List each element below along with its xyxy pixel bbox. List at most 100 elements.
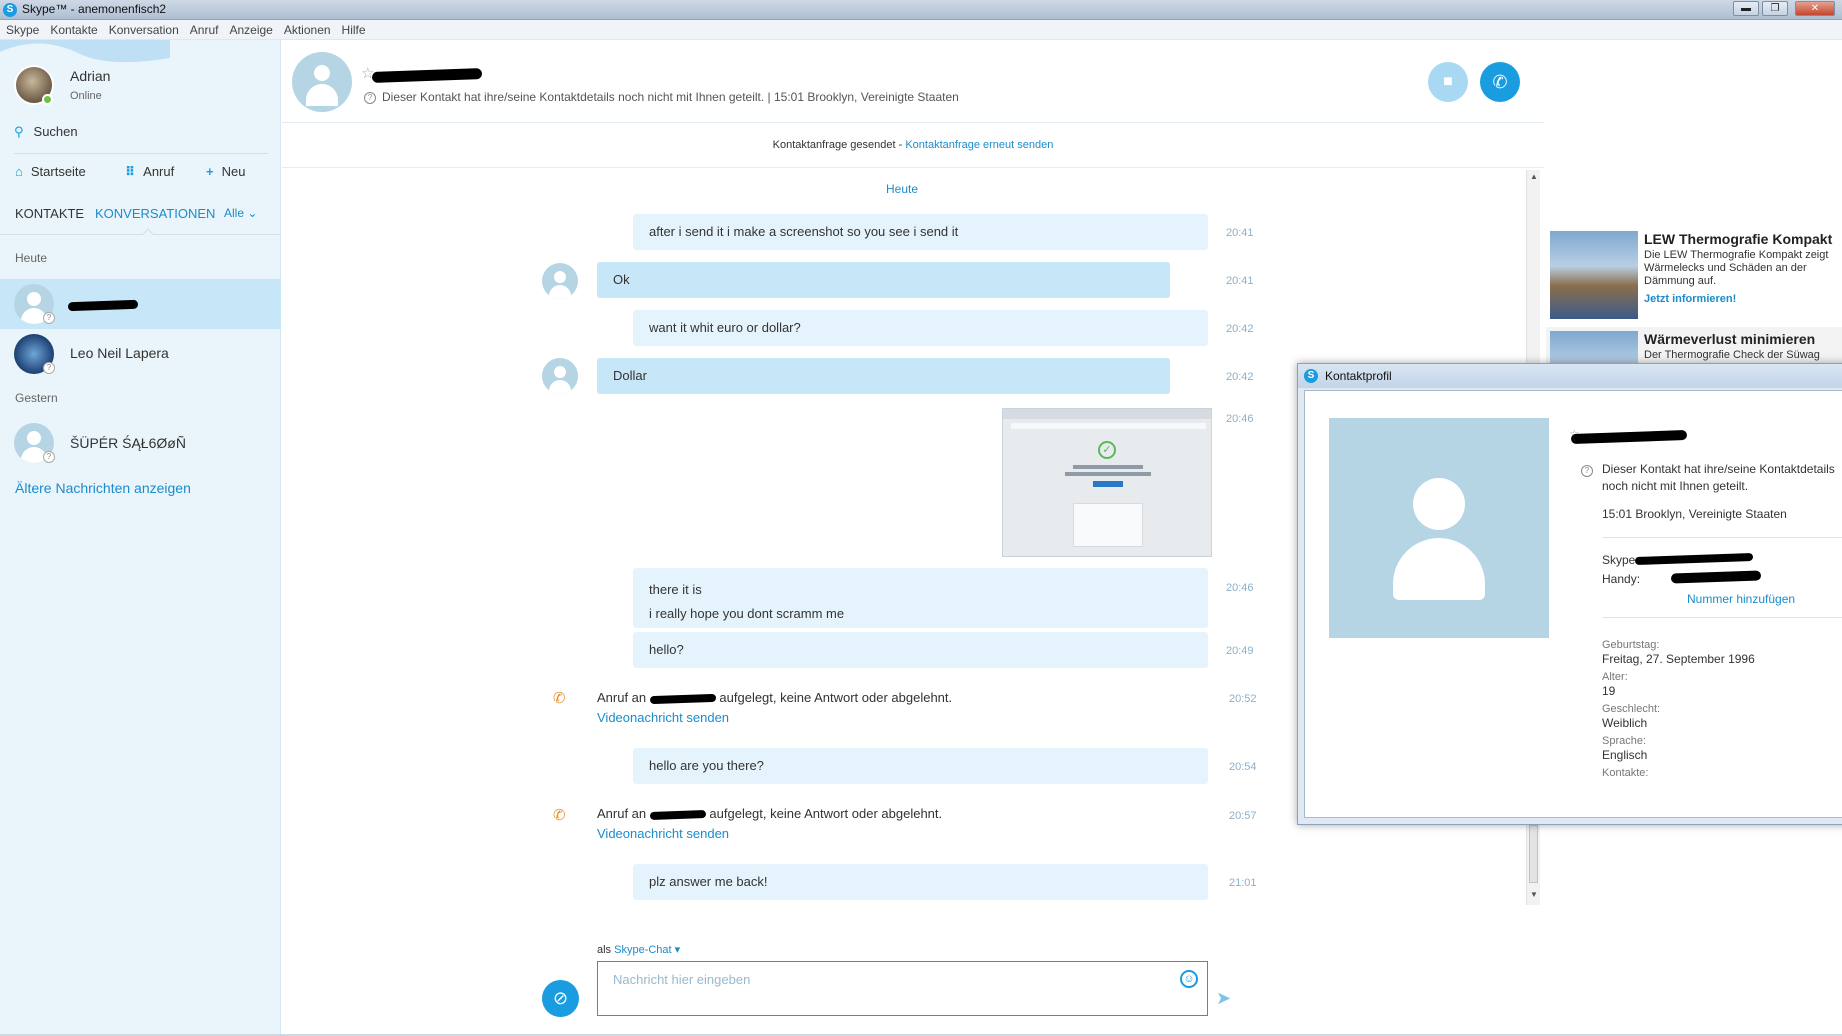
profile-window-title: Kontaktprofil: [1325, 369, 1392, 383]
resend-request-link[interactable]: Kontaktanfrage erneut senden: [905, 139, 1053, 151]
message-time: 20:46: [1226, 582, 1254, 594]
audio-call-button[interactable]: ✆: [1480, 62, 1520, 102]
call-event-text: Anruf an aufgelegt, keine Antwort oder a…: [597, 690, 953, 705]
message-outgoing[interactable]: hello?: [633, 632, 1208, 668]
birthday-value: Freitag, 27. September 1996: [1602, 652, 1755, 666]
contact-name: ŠÜPÉR ŚĄŁ6ØøÑ: [70, 435, 186, 451]
menu-anzeige[interactable]: Anzeige: [223, 20, 277, 37]
language-value: Englisch: [1602, 748, 1648, 762]
emoticon-icon[interactable]: ☺: [1180, 970, 1198, 988]
divider: [1602, 537, 1842, 538]
message-time: 20:52: [1229, 693, 1257, 705]
message-time: 20:41: [1226, 227, 1254, 239]
redaction-scribble: [649, 809, 706, 820]
missed-call-icon: ✆: [553, 690, 566, 707]
skype-logo-icon: S: [1304, 369, 1318, 383]
redaction-scribble: [1670, 570, 1762, 584]
scroll-down-icon[interactable]: ▼: [1530, 890, 1538, 899]
profile-body: ☆ ? Dieser Kontakt hat ihre/seine Kontak…: [1304, 390, 1842, 818]
ad-banner[interactable]: LEW Thermografie Kompakt Die LEW Thermog…: [1546, 227, 1842, 322]
screenshot-image-message[interactable]: ✓: [1002, 408, 1212, 557]
scroll-up-icon[interactable]: ▲: [1530, 172, 1538, 181]
menu-kontakte[interactable]: Kontakte: [44, 20, 102, 37]
phone-icon: ✆: [1492, 72, 1508, 92]
checkmark-icon: ✓: [1098, 441, 1116, 459]
chat-mode-selector[interactable]: als Skype-Chat ▾: [597, 943, 680, 956]
message-time: 20:57: [1229, 810, 1257, 822]
message-time: 20:41: [1226, 275, 1254, 287]
birthday-label: Geburtstag:: [1602, 639, 1660, 651]
message-time: 21:01: [1229, 877, 1257, 889]
unknown-contact-icon: ?: [43, 312, 55, 324]
ad-link[interactable]: Jetzt informieren!: [1644, 293, 1736, 305]
contact-info-line: ? Dieser Kontakt hat ihre/seine Kontaktde…: [364, 90, 959, 104]
skype-logo-icon: S: [3, 3, 17, 17]
video-message-link[interactable]: Videonachricht senden: [597, 710, 729, 725]
search-button[interactable]: ⚲ Suchen: [14, 124, 78, 140]
attach-button[interactable]: ⊘: [542, 980, 579, 1017]
video-message-link[interactable]: Videonachricht senden: [597, 826, 729, 841]
user-name[interactable]: Adrian: [70, 68, 110, 84]
chat-mode-value[interactable]: Skype-Chat ▾: [614, 944, 680, 956]
video-call-button[interactable]: ■: [1428, 62, 1468, 102]
message-outgoing[interactable]: after i send it i make a screenshot so y…: [633, 214, 1208, 250]
nav-new-label: Neu: [221, 164, 246, 179]
message-outgoing[interactable]: want it whit euro or dollar?: [633, 310, 1208, 346]
minimize-button[interactable]: ▬: [1733, 1, 1759, 16]
contact-info-text: Dieser Kontakt hat ihre/seine Kontaktdet…: [382, 90, 959, 104]
conversation-item[interactable]: ? ŠÜPÉR ŚĄŁ6ØøÑ: [0, 418, 281, 468]
message-outgoing[interactable]: plz answer me back!: [633, 864, 1208, 900]
message-input[interactable]: [613, 972, 1173, 987]
contact-request-bar: Kontaktanfrage gesendet - Kontaktanfrage…: [282, 124, 1544, 168]
message-time: 20:49: [1226, 645, 1254, 657]
add-number-link[interactable]: Nummer hinzufügen: [1687, 592, 1795, 606]
message-time: 20:46: [1226, 413, 1254, 425]
close-button[interactable]: ✕: [1795, 1, 1835, 16]
unknown-contact-icon: ?: [43, 362, 55, 374]
older-messages-link[interactable]: Ältere Nachrichten anzeigen: [15, 480, 191, 496]
message-outgoing[interactable]: hello are you there?: [633, 748, 1208, 784]
message-incoming[interactable]: Dollar: [597, 358, 1170, 394]
menu-skype[interactable]: Skype: [0, 20, 44, 37]
phone-label: Handy:: [1602, 572, 1641, 586]
menu-konversation[interactable]: Konversation: [103, 20, 184, 37]
scroll-thumb[interactable]: [1529, 825, 1538, 883]
plus-icon: +: [206, 164, 214, 179]
profile-titlebar[interactable]: S Kontaktprofil: [1298, 364, 1842, 388]
message-compose-box[interactable]: [597, 961, 1208, 1016]
conversation-item-active[interactable]: ?: [0, 279, 281, 329]
divider: [0, 234, 281, 235]
day-separator: Heute: [886, 182, 919, 196]
message-outgoing[interactable]: there it is i really hope you dont scram…: [633, 568, 1208, 628]
missed-call-icon: ✆: [553, 807, 566, 824]
age-label: Alter:: [1602, 671, 1628, 683]
message-incoming[interactable]: Ok: [597, 262, 1170, 298]
send-icon[interactable]: ➤: [1216, 988, 1231, 1009]
window-titlebar: S Skype™ - anemonenfisch2 ▬ ❐ ✕: [0, 0, 1842, 20]
menu-anruf[interactable]: Anruf: [184, 20, 224, 37]
maximize-button[interactable]: ❐: [1762, 1, 1788, 16]
nav-new[interactable]: + Neu: [206, 164, 245, 179]
conversation-item[interactable]: ? Leo Neil Lapera: [0, 329, 281, 379]
window-title: Skype™ - anemonenfisch2: [22, 2, 167, 16]
user-status[interactable]: Online: [70, 90, 102, 102]
menu-hilfe[interactable]: Hilfe: [336, 20, 371, 37]
tab-conversations[interactable]: KONVERSATIONEN: [95, 206, 215, 221]
nav-call[interactable]: ⠿ Anruf: [125, 164, 174, 180]
message-line: i really hope you dont scramm me: [649, 606, 845, 621]
filter-dropdown[interactable]: Alle ⌄: [224, 206, 257, 220]
request-sent-text: Kontaktanfrage gesendet -: [772, 139, 906, 151]
search-icon: ⚲: [14, 124, 24, 139]
nav-home[interactable]: ⌂ Startseite: [15, 164, 86, 179]
divider: [14, 153, 268, 154]
menu-aktionen[interactable]: Aktionen: [278, 20, 336, 37]
contact-avatar-small[interactable]: [542, 263, 578, 299]
redaction-scribble: [649, 693, 716, 704]
contact-profile-window[interactable]: S Kontaktprofil ☆ ? Dieser Kontakt hat i…: [1297, 363, 1842, 825]
contact-avatar-small[interactable]: [542, 358, 578, 394]
profile-notice: Dieser Kontakt hat ihre/seine Kontaktdet…: [1602, 462, 1835, 493]
contact-avatar-large[interactable]: [292, 52, 352, 112]
language-label: Sprache:: [1602, 735, 1647, 747]
tab-contacts[interactable]: KONTAKTE: [15, 206, 84, 221]
message-time: 20:54: [1229, 761, 1257, 773]
